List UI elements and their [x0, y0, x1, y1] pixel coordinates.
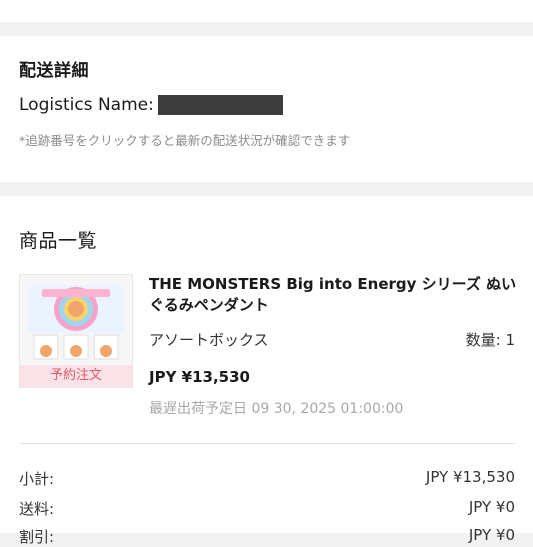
product-price: JPY ¥13,530 — [149, 368, 250, 386]
subtotal-value: JPY ¥13,530 — [425, 468, 515, 486]
divider — [19, 443, 515, 444]
shipping-fee-value: JPY ¥0 — [468, 498, 515, 516]
shipping-section-title: 配送詳細 — [19, 61, 89, 81]
shipping-details-card: 配送詳細 Logistics Name: *追跡番号をクリックすると最新の配送状… — [0, 36, 533, 182]
product-list-title: 商品一覧 — [19, 230, 98, 252]
discount-row: 割引: JPY ¥0 — [19, 526, 515, 546]
product-quantity: 数量: 1 — [465, 331, 515, 349]
logistics-row: Logistics Name: — [19, 95, 283, 115]
tracking-note: *追跡番号をクリックすると最新の配送状況が確認できます — [19, 133, 351, 148]
subtotal-label: 小計: — [19, 470, 55, 488]
shipping-fee-label: 送料: — [19, 500, 55, 518]
previous-section-card — [0, 0, 533, 22]
product-list-card: 商品一覧 予約注文 THE MONSTERS Big into Energy シ… — [0, 196, 533, 546]
preorder-badge: 予約注文 — [20, 365, 132, 387]
discount-value: JPY ¥0 — [468, 526, 515, 544]
redacted-logistics-name — [157, 95, 283, 115]
latest-ship-date: 最遅出荷予定日 09 30, 2025 01:00:00 — [149, 401, 404, 417]
product-name[interactable]: THE MONSTERS Big into Energy シリーズ ぬいぐるみペ… — [149, 274, 519, 316]
product-image[interactable]: 予約注文 — [19, 274, 133, 388]
logistics-label: Logistics Name: — [19, 95, 154, 115]
subtotal-row: 小計: JPY ¥13,530 — [19, 468, 515, 488]
shipping-fee-row: 送料: JPY ¥0 — [19, 498, 515, 518]
discount-label: 割引: — [19, 528, 55, 546]
product-variant: アソートボックス — [149, 331, 269, 349]
